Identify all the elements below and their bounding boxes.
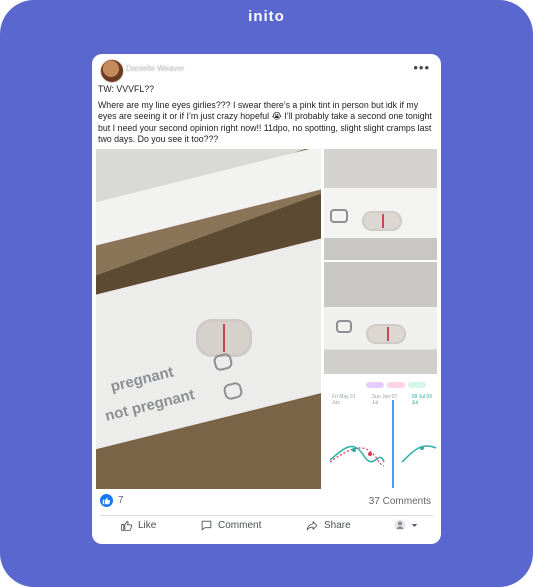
test-line bbox=[382, 214, 384, 228]
photo-app-screenshot[interactable]: Fri May 31 Jun Sun Jun 07 Jul 08 Jul 09 … bbox=[324, 376, 437, 489]
comment-label: Comment bbox=[218, 520, 262, 531]
like-label: Like bbox=[138, 520, 157, 531]
photo-pregnancy-test-3[interactable] bbox=[324, 262, 437, 374]
test-symbol-icon bbox=[330, 209, 348, 223]
share-arrow-icon bbox=[306, 521, 318, 531]
photo-pregnancy-test-main[interactable]: pregnant not pregnant bbox=[96, 149, 321, 489]
reactions-count: 7 bbox=[118, 495, 124, 506]
test-line bbox=[223, 324, 225, 352]
more-dots-icon[interactable]: ••• bbox=[413, 60, 430, 75]
comment-bubble-icon bbox=[201, 520, 212, 531]
post-text-line-1: TW: VVVFL?? bbox=[98, 84, 155, 94]
share-label: Share bbox=[324, 520, 351, 531]
facebook-post-card: Danielle Weaver ••• TW: VVVFL?? Where ar… bbox=[92, 54, 441, 544]
actions-divider bbox=[100, 515, 433, 516]
chevron-down-icon bbox=[411, 523, 418, 527]
photo-pregnancy-test-2[interactable] bbox=[324, 149, 437, 260]
inito-logo: inito bbox=[248, 8, 285, 25]
like-reaction-icon bbox=[100, 494, 113, 507]
share-button[interactable]: Share bbox=[305, 519, 351, 532]
inito-promo-frame: inito Danielle Weaver ••• TW: VVVFL?? Wh… bbox=[0, 0, 533, 587]
post-text-line-2: Where are my line eyes girlies??? I swea… bbox=[98, 99, 432, 145]
audience-avatar-icon bbox=[394, 519, 406, 531]
post-actions-bar: Like Comment Share bbox=[92, 519, 441, 541]
comments-count-link[interactable]: 37 Comments bbox=[369, 496, 431, 507]
test-symbol-icon bbox=[336, 320, 352, 333]
author-name[interactable]: Danielle Weaver bbox=[126, 64, 185, 73]
thumbs-up-icon bbox=[121, 521, 133, 531]
test-line bbox=[387, 327, 389, 341]
author-avatar[interactable] bbox=[100, 59, 124, 83]
like-button[interactable]: Like bbox=[120, 519, 156, 532]
audience-selector[interactable] bbox=[394, 519, 418, 531]
comment-button[interactable]: Comment bbox=[200, 519, 261, 532]
post-text: TW: VVVFL?? Where are my line eyes girli… bbox=[98, 84, 436, 150]
post-photo-grid: pregnant not pregnant Fri May 31 Jun Sun… bbox=[96, 149, 437, 489]
test-result-window bbox=[366, 324, 406, 344]
reactions-summary[interactable]: 7 bbox=[100, 494, 124, 507]
app-chart bbox=[329, 400, 437, 488]
